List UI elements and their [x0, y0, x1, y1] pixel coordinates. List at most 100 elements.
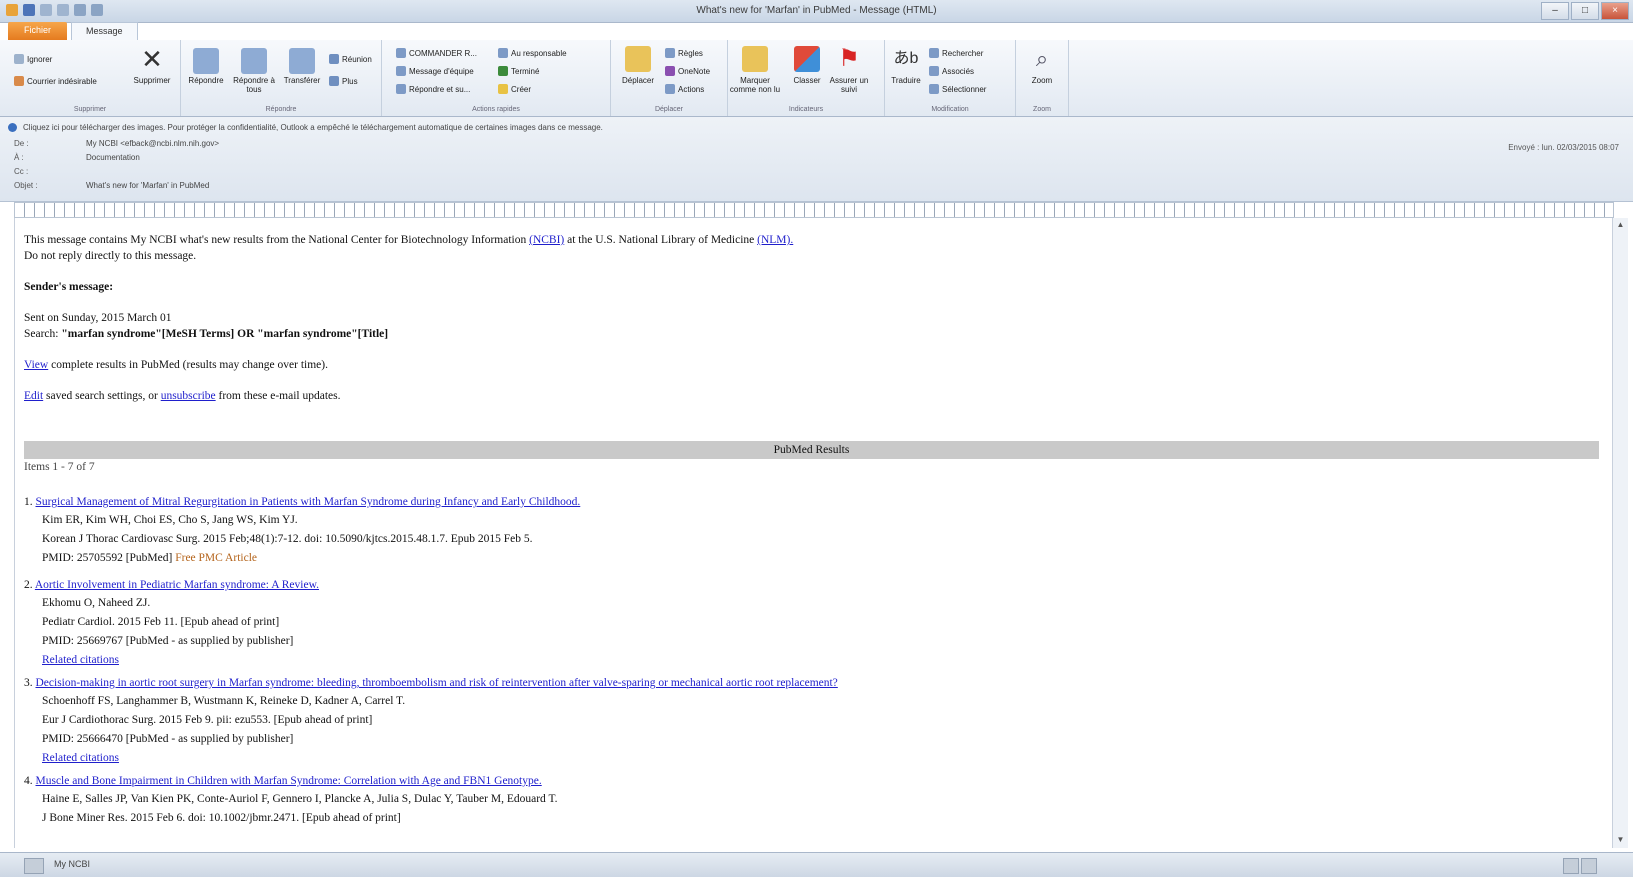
- search-query: "marfan syndrome"[MeSH Terms] OR "marfan…: [61, 328, 389, 340]
- tab-file[interactable]: Fichier: [8, 22, 68, 40]
- result-item: 2. Aortic Involvement in Pediatric Marfa…: [24, 579, 319, 591]
- group-editing: あb Traduire Rechercher Associés Sélectio…: [885, 40, 1016, 116]
- reply-all-button[interactable]: Répondre à tous: [228, 76, 280, 94]
- ribbon-tabs: Fichier Message: [0, 22, 138, 40]
- message-body: This message contains My NCBI what's new…: [14, 218, 1613, 848]
- related-icon: [929, 66, 939, 76]
- find-button[interactable]: Rechercher: [929, 48, 983, 58]
- to-label: À :: [14, 153, 24, 162]
- info-bar[interactable]: Cliquez ici pour télécharger des images.…: [8, 123, 603, 132]
- junk-button[interactable]: Courrier indésirable: [14, 76, 97, 86]
- view-reading-icon[interactable]: [1581, 858, 1597, 874]
- quickstep-3[interactable]: Répondre et su...: [396, 84, 470, 94]
- maximize-button[interactable]: □: [1571, 2, 1599, 20]
- delete-icon[interactable]: ✕: [139, 46, 165, 72]
- search-label: Search:: [24, 328, 59, 340]
- group-quicksteps-label: Actions rapides: [472, 106, 520, 113]
- create-icon: [498, 84, 508, 94]
- result-title-link[interactable]: Muscle and Bone Impairment in Children w…: [36, 775, 542, 787]
- forward-button[interactable]: Transférer: [276, 76, 328, 85]
- sent-value: lun. 02/03/2015 08:07: [1541, 143, 1619, 152]
- more-button[interactable]: Plus: [329, 76, 358, 86]
- actions-label: Actions: [678, 84, 705, 94]
- rules-label: Règles: [678, 48, 703, 58]
- contact-card-icon[interactable]: [24, 858, 44, 874]
- zoom-button[interactable]: Zoom: [1016, 76, 1068, 85]
- onenote-label: OneNote: [678, 66, 711, 76]
- quickstep-6-label: Créer: [511, 84, 532, 94]
- team-email-icon: [396, 66, 406, 76]
- meeting-button[interactable]: Réunion: [329, 54, 372, 64]
- ribbon: Ignorer Courrier indésirable ✕ Supprimer…: [0, 40, 1633, 117]
- ignore-label: Ignorer: [27, 54, 53, 64]
- ignore-icon: [14, 54, 24, 64]
- free-pmc-link[interactable]: Free PMC Article: [175, 552, 257, 564]
- edit-link[interactable]: Edit: [24, 390, 43, 402]
- quickstep-6[interactable]: Créer: [498, 84, 531, 94]
- categorize-icon: [794, 46, 820, 72]
- followup-button[interactable]: Assurer un suivi: [823, 76, 875, 94]
- find-label: Rechercher: [942, 48, 984, 58]
- minimize-button[interactable]: –: [1541, 2, 1569, 20]
- quickstep-5-label: Terminé: [511, 66, 540, 76]
- group-editing-label: Modification: [931, 106, 969, 113]
- result-title-link[interactable]: Decision-making in aortic root surgery i…: [36, 677, 838, 689]
- view-normal-icon[interactable]: [1563, 858, 1579, 874]
- reply-button[interactable]: Répondre: [180, 76, 232, 85]
- quickstep-2[interactable]: Message d'équipe: [396, 66, 474, 76]
- pubmed-results-bar: PubMed Results: [24, 441, 1599, 459]
- unsubscribe-link[interactable]: unsubscribe: [161, 390, 216, 402]
- vertical-scrollbar[interactable]: ▲ ▼: [1612, 218, 1628, 848]
- onenote-button[interactable]: OneNote: [665, 66, 710, 76]
- junk-label: Courrier indésirable: [27, 76, 97, 86]
- sent-on-text: Sent on Sunday, 2015 March 01: [24, 312, 172, 324]
- move-button[interactable]: Déplacer: [612, 76, 664, 85]
- result-authors: Kim ER, Kim WH, Choi ES, Cho S, Jang WS,…: [42, 514, 298, 526]
- quickstep-4-label: Au responsable: [511, 48, 567, 58]
- meeting-icon: [329, 54, 339, 64]
- intro-line: This message contains My NCBI what's new…: [24, 234, 793, 246]
- from-value[interactable]: My NCBI <efback@ncbi.nlm.nih.gov>: [86, 139, 219, 148]
- select-icon: [929, 84, 939, 94]
- delete-button[interactable]: Supprimer: [126, 76, 178, 85]
- ruler: [14, 202, 1614, 218]
- view-line: View complete results in PubMed (results…: [24, 359, 328, 371]
- view-link[interactable]: View: [24, 359, 48, 371]
- scroll-down-icon[interactable]: ▼: [1615, 835, 1626, 846]
- ignore-button[interactable]: Ignorer: [14, 54, 52, 64]
- related-citations-link[interactable]: Related citations: [42, 654, 119, 666]
- select-button[interactable]: Sélectionner: [929, 84, 986, 94]
- manager-icon: [498, 48, 508, 58]
- result-title-link[interactable]: Aortic Involvement in Pediatric Marfan s…: [35, 579, 319, 591]
- related-button[interactable]: Associés: [929, 66, 974, 76]
- ncbi-link[interactable]: (NCBI): [529, 234, 564, 246]
- quickstep-5[interactable]: Terminé: [498, 66, 539, 76]
- view-text: complete results in PubMed (results may …: [51, 359, 328, 371]
- actions-button[interactable]: Actions: [665, 84, 704, 94]
- tab-message[interactable]: Message: [71, 22, 138, 40]
- search-line: Search: "marfan syndrome"[MeSH Terms] OR…: [24, 328, 388, 340]
- result-number: 4.: [24, 775, 33, 787]
- mark-unread-button[interactable]: Marquer comme non lu: [729, 76, 781, 94]
- nlm-link[interactable]: (NLM).: [757, 234, 793, 246]
- scroll-up-icon[interactable]: ▲: [1615, 220, 1626, 231]
- result-number: 2.: [24, 579, 33, 591]
- status-text: My NCBI: [54, 859, 90, 869]
- result-title-link[interactable]: Surgical Management of Mitral Regurgitat…: [36, 496, 581, 508]
- group-quick-steps: COMMANDER R... Message d'équipe Répondre…: [382, 40, 611, 116]
- to-value[interactable]: Documentation: [86, 153, 140, 162]
- quickstep-1[interactable]: COMMANDER R...: [396, 48, 477, 58]
- result-pmid-line: PMID: 25705592 [PubMed] Free PMC Article: [42, 552, 257, 564]
- group-respond-label: Répondre: [265, 106, 297, 113]
- group-tags: Marquer comme non lu Classer ⚑ Assurer u…: [728, 40, 885, 116]
- result-journal: Korean J Thorac Cardiovasc Surg. 2015 Fe…: [42, 533, 533, 545]
- related-citations-link[interactable]: Related citations: [42, 752, 119, 764]
- quickstep-1-label: COMMANDER R...: [409, 48, 477, 58]
- mark-unread-icon: [742, 46, 768, 72]
- translate-button[interactable]: Traduire: [880, 76, 932, 85]
- group-delete-label: Supprimer: [73, 106, 107, 113]
- intro-text-b: at the U.S. National Library of Medicine: [567, 234, 755, 246]
- quickstep-4[interactable]: Au responsable: [498, 48, 567, 58]
- rules-button[interactable]: Règles: [665, 48, 703, 58]
- close-button[interactable]: ×: [1601, 2, 1629, 20]
